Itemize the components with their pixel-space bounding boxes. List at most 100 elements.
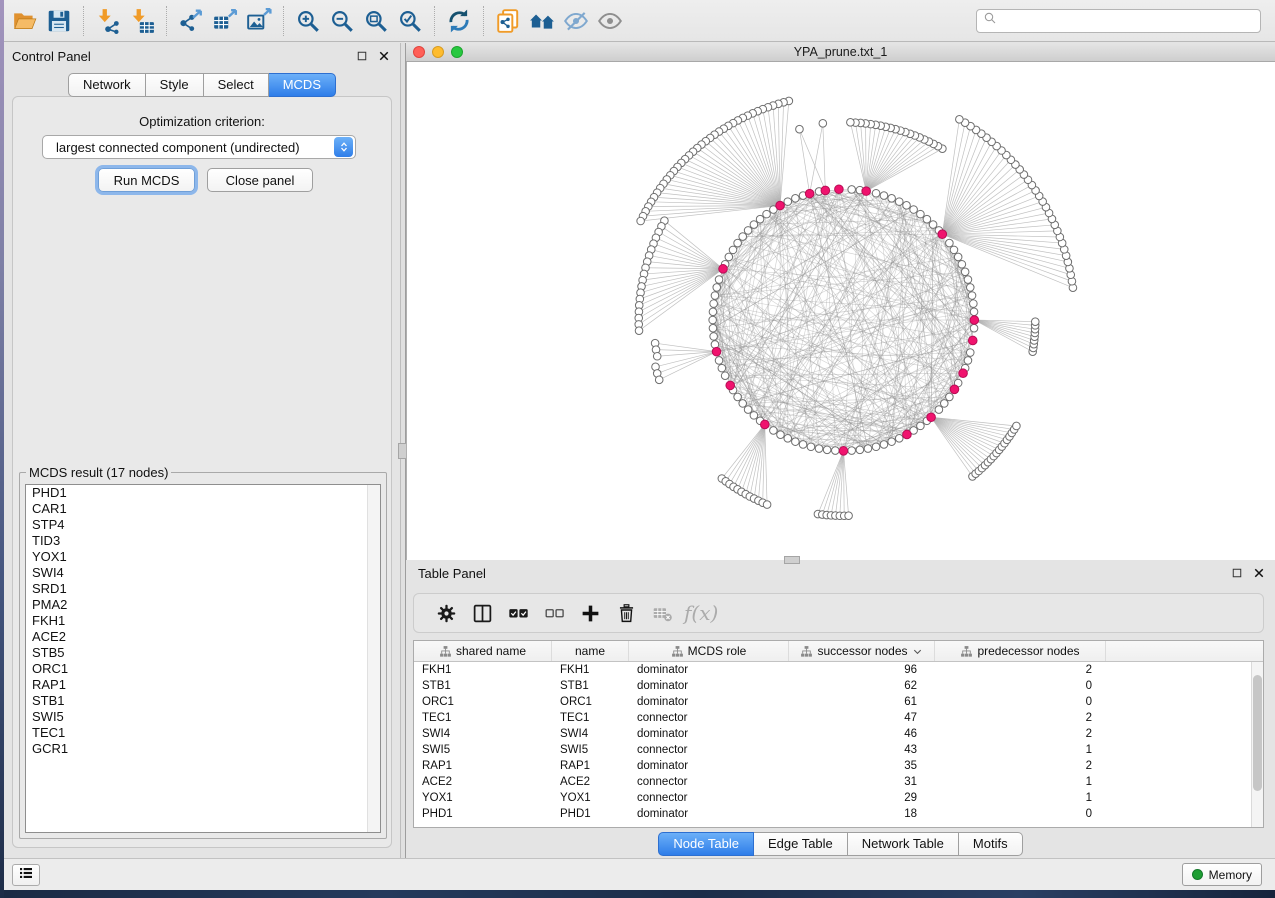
cell-predecessor-nodes: 2: [935, 726, 1106, 742]
tab-style[interactable]: Style: [146, 73, 204, 97]
mcds-result-node[interactable]: SRD1: [26, 581, 380, 597]
refresh-icon[interactable]: [442, 5, 476, 37]
optimization-criterion-select[interactable]: largest connected component (undirected): [42, 135, 356, 159]
mcds-result-list[interactable]: PHD1CAR1STP4TID3YOX1SWI4SRD1PMA2FKH1ACE2…: [25, 484, 381, 833]
tab-edge-table[interactable]: Edge Table: [754, 832, 848, 856]
import-table-icon[interactable]: [125, 5, 159, 37]
table-row[interactable]: ORC1ORC1dominator610: [414, 694, 1251, 710]
table-row[interactable]: FKH1FKH1dominator962: [414, 662, 1251, 678]
column-header-predecessor-nodes[interactable]: predecessor nodes: [935, 641, 1106, 661]
tab-node-table[interactable]: Node Table: [658, 832, 754, 856]
table-row[interactable]: STB1STB1dominator620: [414, 678, 1251, 694]
scrollbar-thumb[interactable]: [1253, 675, 1262, 791]
mcds-result-group: MCDS result (17 nodes) PHD1CAR1STP4TID3Y…: [19, 465, 387, 839]
cell-name: YOX1: [552, 790, 629, 806]
table-row[interactable]: RAP1RAP1dominator352: [414, 758, 1251, 774]
cell-MCDS-role: connector: [629, 790, 789, 806]
mcds-result-node[interactable]: FKH1: [26, 613, 380, 629]
save-icon[interactable]: [42, 5, 76, 37]
zoom-in-icon[interactable]: [291, 5, 325, 37]
table-body: FKH1FKH1dominator962STB1STB1dominator620…: [414, 662, 1251, 827]
close-panel-icon[interactable]: [376, 48, 392, 64]
mcds-result-node[interactable]: YOX1: [26, 549, 380, 565]
close-panel-button[interactable]: Close panel: [207, 168, 313, 192]
cell-name: SWI5: [552, 742, 629, 758]
mcds-result-node[interactable]: CAR1: [26, 501, 380, 517]
mcds-result-node[interactable]: GCR1: [26, 741, 380, 757]
table-row[interactable]: SWI5SWI5connector431: [414, 742, 1251, 758]
cell-predecessor-nodes: 0: [935, 694, 1106, 710]
split-table-icon[interactable]: [464, 598, 500, 628]
float-panel-icon[interactable]: [354, 48, 370, 64]
cell-MCDS-role: connector: [629, 774, 789, 790]
zoom-selected-icon[interactable]: [393, 5, 427, 37]
search-input[interactable]: [999, 11, 1254, 31]
column-label: name: [575, 644, 605, 658]
add-icon[interactable]: [572, 598, 608, 628]
mcds-result-node[interactable]: ORC1: [26, 661, 380, 677]
column-header-successor-nodes[interactable]: successor nodes: [789, 641, 935, 661]
clone-network-icon[interactable]: [491, 5, 525, 37]
mcds-result-node[interactable]: PMA2: [26, 597, 380, 613]
open-file-icon[interactable]: [8, 5, 42, 37]
table-row[interactable]: TEC1TEC1connector472: [414, 710, 1251, 726]
result-list-scrollbar[interactable]: [367, 485, 380, 832]
export-table-icon[interactable]: [208, 5, 242, 37]
cell-shared-name: STB1: [414, 678, 552, 694]
mcds-result-node[interactable]: STB1: [26, 693, 380, 709]
mcds-result-node[interactable]: STP4: [26, 517, 380, 533]
splitter-grip[interactable]: [784, 556, 800, 564]
zoom-out-icon[interactable]: [325, 5, 359, 37]
close-panel-icon[interactable]: [1251, 565, 1267, 581]
mcds-result-node[interactable]: ACE2: [26, 629, 380, 645]
table-row[interactable]: ACE2ACE2connector311: [414, 774, 1251, 790]
status-bar: Memory: [0, 858, 1275, 890]
export-image-icon[interactable]: [242, 5, 276, 37]
column-header-shared-name[interactable]: shared name: [414, 641, 552, 661]
column-header-name[interactable]: name: [552, 641, 629, 661]
cell-MCDS-role: dominator: [629, 806, 789, 822]
column-header-MCDS-role[interactable]: MCDS role: [629, 641, 789, 661]
float-panel-icon[interactable]: [1229, 565, 1245, 581]
show-all-icon[interactable]: [593, 5, 627, 37]
mcds-result-node[interactable]: RAP1: [26, 677, 380, 693]
run-mcds-button[interactable]: Run MCDS: [98, 168, 195, 192]
table-row[interactable]: PHD1PHD1dominator180: [414, 806, 1251, 822]
cell-name: TEC1: [552, 710, 629, 726]
cell-MCDS-role: dominator: [629, 678, 789, 694]
mcds-tab-content: Optimization criterion: largest connecte…: [12, 96, 392, 848]
mcds-result-node[interactable]: STB5: [26, 645, 380, 661]
select-all-icon[interactable]: [500, 598, 536, 628]
hide-selected-icon[interactable]: [559, 5, 593, 37]
mcds-result-node[interactable]: PHD1: [26, 485, 380, 501]
first-neighbors-icon[interactable]: [525, 5, 559, 37]
selected-option: largest connected component (undirected): [43, 140, 334, 155]
deselect-all-icon[interactable]: [536, 598, 572, 628]
desktop-wallpaper-left-edge: [0, 0, 4, 898]
network-canvas[interactable]: [406, 62, 1275, 560]
mcds-result-node[interactable]: SWI5: [26, 709, 380, 725]
gear-icon[interactable]: [428, 598, 464, 628]
table-scrollbar[interactable]: [1251, 662, 1263, 827]
task-history-button[interactable]: [12, 864, 40, 886]
mcds-result-node[interactable]: SWI4: [26, 565, 380, 581]
cell-shared-name: ACE2: [414, 774, 552, 790]
tab-motifs[interactable]: Motifs: [959, 832, 1023, 856]
tab-network[interactable]: Network: [68, 73, 146, 97]
memory-button[interactable]: Memory: [1182, 863, 1262, 886]
search-icon: [983, 11, 999, 32]
search-box[interactable]: [976, 9, 1261, 33]
tab-network-table[interactable]: Network Table: [848, 832, 959, 856]
select-stepper-icon: [334, 137, 353, 157]
tab-select[interactable]: Select: [204, 73, 269, 97]
table-row[interactable]: SWI4SWI4dominator462: [414, 726, 1251, 742]
mcds-result-node[interactable]: TID3: [26, 533, 380, 549]
tab-mcds[interactable]: MCDS: [269, 73, 336, 97]
trash-icon[interactable]: [608, 598, 644, 628]
table-row[interactable]: YOX1YOX1connector291: [414, 790, 1251, 806]
mcds-result-node[interactable]: TEC1: [26, 725, 380, 741]
import-network-icon[interactable]: [91, 5, 125, 37]
network-window-titlebar[interactable]: YPA_prune.txt_1: [406, 43, 1275, 62]
export-network-icon[interactable]: [174, 5, 208, 37]
zoom-fit-icon[interactable]: [359, 5, 393, 37]
